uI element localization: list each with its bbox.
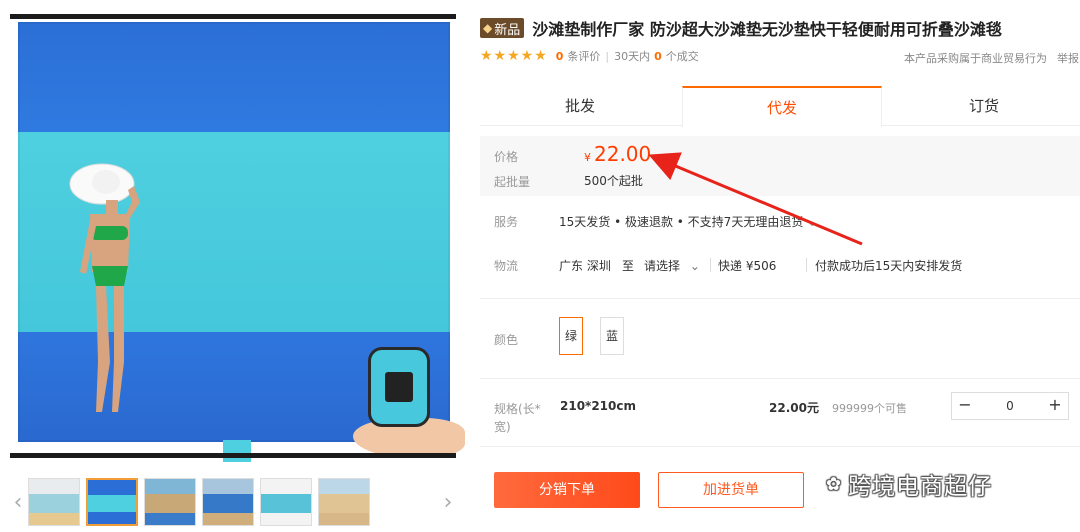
trade-notice-text: 本产品采购属于商业贸易行为 <box>904 52 1047 65</box>
spec-price: 22.00元 <box>769 401 819 415</box>
section-divider <box>480 298 1080 299</box>
color-row: 颜色 绿 蓝 <box>480 314 1080 358</box>
purchase-mode-tabs: 批发 代发 订货 <box>480 86 1080 127</box>
service-label: 服务 <box>494 215 519 229</box>
price-box: 价格 ¥ 22.00 起批量 500个起批 <box>480 136 1080 196</box>
main-product-image[interactable] <box>10 12 465 462</box>
price-value: 22.00 <box>594 142 652 166</box>
mat-frame-bottom <box>10 453 456 458</box>
wechat-icon: ✿ <box>826 473 843 495</box>
color-label: 颜色 <box>494 333 519 347</box>
divider <box>710 258 711 272</box>
price-label: 价格 <box>494 150 519 164</box>
logistics-row: 物流 广东 深圳 至 请选择 ⌄ 快递 ¥506 付款成功后15天内安排发货 <box>480 254 1080 276</box>
report-link[interactable]: 举报 <box>1057 52 1079 65</box>
decrement-button[interactable]: − <box>952 393 978 419</box>
new-badge-label: 新品 <box>494 22 521 38</box>
moq-label: 起批量 <box>494 175 531 189</box>
thumbnail-2[interactable] <box>86 478 138 526</box>
sales-suffix: 个成交 <box>665 50 699 63</box>
color-option-green[interactable]: 绿 <box>559 317 583 355</box>
spec-size: 210*210cm <box>560 399 636 413</box>
spec-label: 规格(长*宽) <box>494 402 541 434</box>
quantity-input[interactable]: 0 <box>978 399 1042 413</box>
trade-notice: 本产品采购属于商业贸易行为 举报 <box>904 50 1079 66</box>
thumbnail-next-icon[interactable]: › <box>440 492 456 514</box>
beach-mat-illustration <box>18 22 465 462</box>
moq-value: 500个起批 <box>584 174 643 188</box>
watermark: ✿ 跨境电商超仔 <box>826 466 992 502</box>
ship-origin: 广东 深圳 <box>559 259 611 273</box>
sales-count: 0 <box>654 49 662 63</box>
divider: | <box>605 49 610 63</box>
service-terms[interactable]: 15天发货 • 极速退款 • 不支持7天无理由退货 ⌄ <box>559 213 817 230</box>
add-to-cart-button[interactable]: 加进货单 <box>658 472 804 508</box>
rating-stars-icon: ★★★★★ <box>480 48 548 64</box>
product-title: 沙滩垫制作厂家 防沙超大沙滩垫无沙垫快干轻便耐用可折叠沙滩毯 <box>532 20 1002 39</box>
thumbnail-4[interactable] <box>202 478 254 526</box>
mat-frame-top <box>10 14 456 19</box>
sales-prefix: 30天内 <box>614 50 651 63</box>
price: ¥ 22.00 <box>584 142 651 166</box>
tab-order[interactable]: 订货 <box>884 86 1080 126</box>
section-divider <box>480 446 1080 447</box>
shipping-fee: 快递 ¥506 <box>718 259 777 273</box>
pouch-pocket <box>385 372 413 402</box>
tab-dropship[interactable]: 代发 <box>682 86 882 127</box>
new-badge: ◆ 新品 <box>480 18 525 38</box>
thumbnail-5[interactable] <box>260 478 312 526</box>
review-count[interactable]: 0 <box>556 50 564 63</box>
watermark-text: 跨境电商超仔 <box>848 474 993 500</box>
diamond-icon: ◆ <box>483 21 493 35</box>
thumbnail-3[interactable] <box>144 478 196 526</box>
destination-value: 请选择 <box>644 259 681 273</box>
mat-tab <box>223 440 251 462</box>
thumbnail-6[interactable] <box>318 478 370 526</box>
shipping-note: 付款成功后15天内安排发货 <box>815 259 963 273</box>
ship-to-label: 至 <box>622 259 635 273</box>
tab-wholesale[interactable]: 批发 <box>480 86 680 126</box>
spec-stock: 999999个可售 <box>832 402 907 415</box>
service-row: 服务 15天发货 • 极速退款 • 不支持7天无理由退货 ⌄ <box>480 210 1080 232</box>
quantity-stepper: − 0 + <box>951 392 1069 420</box>
dropship-order-button[interactable]: 分销下单 <box>494 472 640 508</box>
chevron-down-icon: ⌄ <box>689 259 700 273</box>
spec-row: 规格(长*宽) 210*210cm 22.00元 999999个可售 − 0 + <box>480 392 1080 438</box>
thumbnail-strip: ‹ › <box>10 474 456 530</box>
thumbnail-1[interactable] <box>28 478 80 526</box>
divider <box>806 258 807 272</box>
increment-button[interactable]: + <box>1042 393 1068 419</box>
storage-pouch <box>368 347 430 427</box>
currency-symbol: ¥ <box>584 151 591 164</box>
logistics-label: 物流 <box>494 259 519 273</box>
section-divider <box>480 378 1080 379</box>
destination-select[interactable]: 请选择 ⌄ <box>644 257 700 274</box>
color-option-blue[interactable]: 蓝 <box>600 317 624 355</box>
title-row: ◆ 新品 沙滩垫制作厂家 防沙超大沙滩垫无沙垫快干轻便耐用可折叠沙滩毯 <box>480 16 1080 40</box>
thumbnail-prev-icon[interactable]: ‹ <box>10 492 26 514</box>
service-terms-text: 15天发货 • 极速退款 • 不支持7天无理由退货 <box>559 215 804 229</box>
chevron-down-icon: ⌄ <box>807 215 818 229</box>
review-label[interactable]: 条评价 <box>567 48 600 64</box>
model-figure <box>69 163 140 412</box>
